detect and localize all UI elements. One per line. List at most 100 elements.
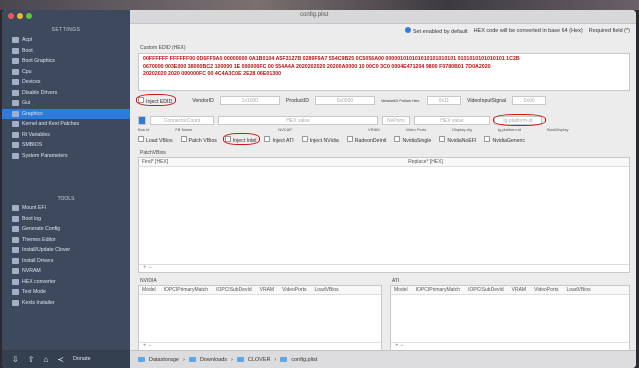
- ati-table: Model IOPCIPrimaryMatch IOPCISubDevId VRAM V…: [390, 285, 630, 351]
- edid-line-3: 20202020 2020 000000FC 00 4C4A3C0E 2E28 …: [143, 71, 282, 77]
- productid-field[interactable]: 0x0000: [314, 96, 375, 105]
- path-component[interactable]: config.plist: [291, 357, 317, 363]
- path-component[interactable]: CLOVER: [248, 357, 271, 363]
- patchvbios-addremove[interactable]: + −: [139, 264, 629, 272]
- nvidia-column: VideoPorts: [282, 287, 307, 293]
- tool-item-kexts-installer[interactable]: Kexts Installer: [2, 298, 130, 308]
- home-icon[interactable]: ⌂: [43, 355, 48, 364]
- checkbox-inject-ati[interactable]: Inject ATI: [264, 136, 294, 144]
- versionid-label: VersionID Follow Hex: [380, 98, 420, 103]
- stepper-icon[interactable]: [138, 116, 146, 125]
- sidebar-item-system-parameters[interactable]: System Parameters: [2, 151, 130, 161]
- share-icon[interactable]: ≺: [57, 355, 64, 364]
- nvidia-column: LoadVBios: [314, 287, 339, 293]
- tool-item-install-update-clover[interactable]: Install/Update Clover: [2, 245, 130, 255]
- sidebar-item-label: Cpu: [22, 68, 32, 75]
- zoom-icon[interactable]: [26, 13, 32, 19]
- path-separator: ›: [182, 356, 185, 363]
- vendorid-field[interactable]: 1x1000: [219, 96, 280, 105]
- default-label: Set enabled by default: [412, 29, 468, 35]
- custom-edid-field[interactable]: 00FFFFFF FFFFFF00 0D6FF9A0 00000000 0A1B…: [138, 53, 630, 91]
- sidebar-item-label: Acpi: [22, 37, 33, 43]
- window-controls: [8, 13, 32, 19]
- checkbox-nvidianoefi[interactable]: NvidiaNoEFI: [439, 136, 476, 144]
- tool-icon: [12, 289, 19, 295]
- tool-item-mount-efi[interactable]: Mount EFI: [2, 203, 130, 213]
- sidebar-item-label: SMBIOS: [22, 142, 43, 148]
- donate-button[interactable]: Donate: [73, 356, 91, 362]
- tool-item-install-drivers[interactable]: Install Drivers: [2, 256, 130, 266]
- checkbox-nvidiageneric[interactable]: NvidiaGeneric: [484, 136, 525, 144]
- checkbox-radeondeinit[interactable]: RadeonDeInit: [346, 136, 386, 144]
- hex-value-field[interactable]: HEX value: [414, 116, 490, 125]
- ati-column: IOPCIPrimaryMatch: [415, 287, 461, 293]
- tool-item-nvram[interactable]: NVRAM: [2, 266, 130, 276]
- export-icon[interactable]: ⇧: [28, 355, 35, 364]
- sidebar-item-boot-graphics[interactable]: Boot Graphics: [2, 56, 130, 66]
- tool-icon: [12, 247, 19, 253]
- tool-item-label: Kexts Installer: [22, 299, 55, 306]
- inject-edid-checkbox[interactable]: Inject EDID: [135, 93, 176, 106]
- section-icon: [12, 152, 19, 159]
- sidebar-item-boot[interactable]: Boot: [2, 46, 130, 56]
- section-icon: [12, 58, 19, 64]
- vis-label: VideoInputSignal: [466, 97, 507, 104]
- nvidia-column: IOPCISubDevId: [216, 287, 252, 293]
- tool-item-generate-config[interactable]: Generate Config: [2, 224, 130, 234]
- nvports-field[interactable]: NvPorts: [382, 116, 410, 125]
- tool-icon: [12, 205, 19, 211]
- connector-field[interactable]: ConnectorCount: [150, 116, 214, 125]
- nvcap-field[interactable]: HEX value: [218, 116, 378, 125]
- sidebar-item-label: Boot Graphics: [22, 58, 55, 64]
- vis-field[interactable]: 0x00: [512, 96, 547, 105]
- checkbox-nvidiasingle[interactable]: NvidiaSingle: [394, 136, 431, 144]
- path-component[interactable]: Downloads: [200, 357, 227, 363]
- sidebar-item-smbios[interactable]: SMBIOS: [2, 140, 130, 150]
- tool-item-themes-editor[interactable]: Themes Editor: [2, 235, 130, 245]
- nvidia-label: NVIDIA: [140, 278, 157, 284]
- section-icon: [12, 121, 19, 127]
- tool-item-hex-converter[interactable]: HEX converter: [2, 277, 130, 287]
- sidebar-item-rt-variables[interactable]: Rt Variables: [2, 130, 130, 140]
- section-icon: [12, 131, 19, 138]
- checkbox-patch-vbios[interactable]: Patch VBios: [180, 136, 217, 144]
- checkbox-inject-intel[interactable]: Inject Intel: [222, 133, 260, 145]
- fbname-label: FB Name: [175, 127, 193, 132]
- tool-icon: [12, 299, 19, 306]
- tool-item-label: Install Drivers: [22, 257, 54, 264]
- sidebar-item-devices[interactable]: Devices: [2, 77, 130, 87]
- sidebar-item-kernel-and-kext-patches[interactable]: Kernel and Kext Patches: [2, 119, 130, 129]
- sidebar-item-disable-drivers[interactable]: Disable Drivers: [2, 88, 130, 98]
- folder-icon: [280, 357, 288, 362]
- ati-addremove[interactable]: + −: [391, 342, 629, 350]
- sidebar-item-label: Disable Drivers: [22, 89, 58, 96]
- sidebar-item-label: Graphics: [22, 110, 43, 117]
- tool-item-label: Mount EFI: [22, 205, 46, 211]
- titlebar: config.plist: [130, 10, 636, 24]
- tool-item-label: Install/Update Clover: [22, 247, 71, 253]
- sidebar-item-acpi[interactable]: Acpi: [2, 35, 130, 45]
- close-icon[interactable]: [8, 13, 14, 19]
- platform-id-field[interactable]: ig-platform-id: [493, 114, 546, 126]
- nvidia-column: IOPCIPrimaryMatch: [163, 287, 209, 293]
- tool-icon: [12, 268, 19, 274]
- path-component[interactable]: Datastorage: [149, 357, 179, 363]
- displaycfg-label: Display cfg: [452, 127, 472, 132]
- section-icon: [12, 142, 19, 148]
- checkbox-inject-nvidia[interactable]: Inject NVidia: [301, 136, 339, 144]
- sidebar-item-cpu[interactable]: Cpu: [2, 67, 130, 77]
- sidebar-item-gui[interactable]: Gui: [2, 98, 130, 108]
- sidebar-item-graphics[interactable]: Graphics: [2, 108, 130, 119]
- productid-label: ProductID: [285, 97, 309, 104]
- tool-item-boot-log[interactable]: Boot log: [2, 214, 130, 224]
- default-radio-icon[interactable]: [405, 27, 412, 33]
- tool-item-text-mode[interactable]: Text Mode: [2, 287, 130, 297]
- hex-note: HEX code will be converted in base 64 (H…: [473, 28, 583, 34]
- tool-icon: [12, 215, 19, 222]
- nvidia-addremove[interactable]: + −: [139, 342, 381, 350]
- minimize-icon[interactable]: [17, 13, 23, 19]
- checkbox-load-vbios[interactable]: Load VBios: [138, 136, 173, 144]
- tool-icon: [12, 226, 19, 232]
- versionid-field[interactable]: 0x11: [426, 96, 461, 105]
- import-icon[interactable]: ⇩: [12, 355, 19, 364]
